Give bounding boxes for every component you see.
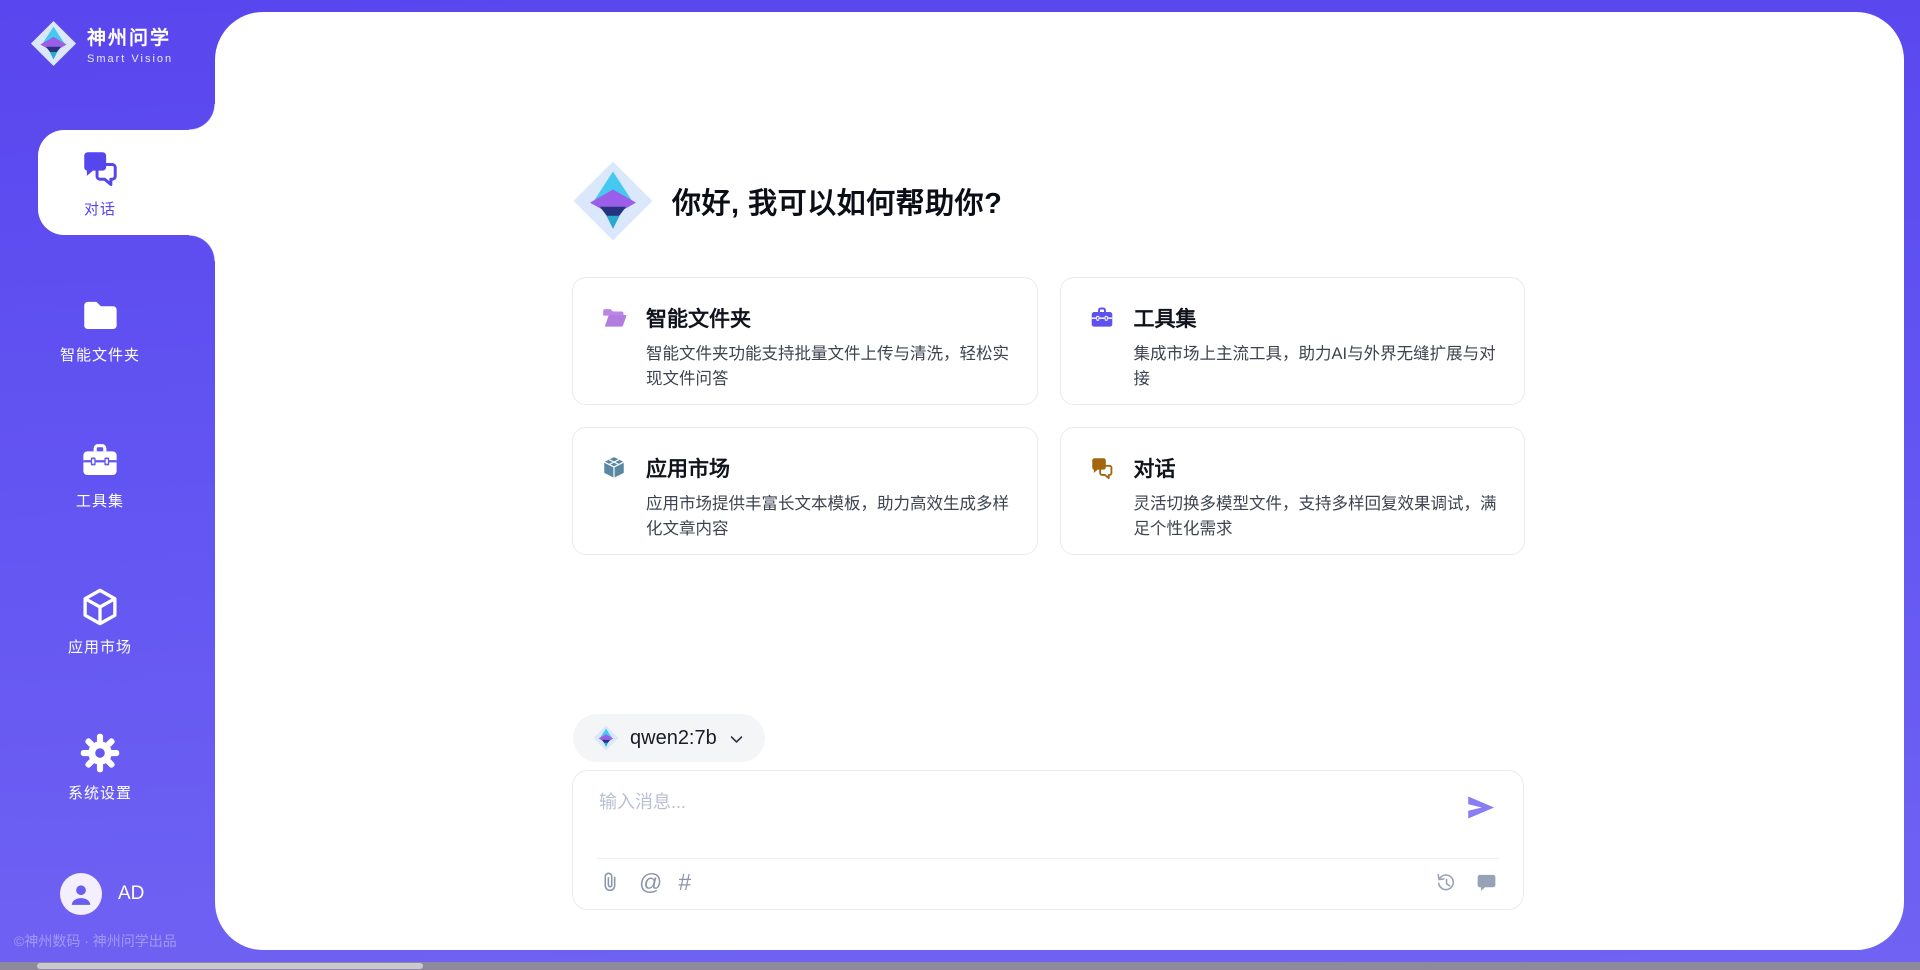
active-tab-bottom-curve xyxy=(189,235,215,261)
speech-bubble-icon xyxy=(1475,871,1498,894)
quick-phrase-button[interactable] xyxy=(1475,871,1498,894)
card-description: 灵活切换多模型文件，支持多样回复效果调试，满足个性化需求 xyxy=(1089,492,1499,542)
app-logo-icon xyxy=(572,160,654,242)
card-description: 应用市场提供丰富长文本模板，助力高效生成多样化文章内容 xyxy=(601,492,1011,542)
sidebar-item-label: 智能文件夹 xyxy=(60,344,140,365)
main-panel: 你好, 我可以如何帮助你? 智能文件夹 智能文件夹功能支持批量文件上传与清洗，轻… xyxy=(215,12,1904,950)
greeting-text: 你好, 我可以如何帮助你? xyxy=(672,180,1002,222)
app-grid-icon xyxy=(601,455,627,481)
card-app-market[interactable]: 应用市场 应用市场提供丰富长文本模板，助力高效生成多样化文章内容 xyxy=(572,427,1038,555)
card-title: 工具集 xyxy=(1134,303,1197,333)
sidebar-item-label: 系统设置 xyxy=(68,782,132,803)
folder-open-icon xyxy=(601,305,627,331)
paper-plane-icon xyxy=(1465,792,1496,823)
sidebar-item-chat[interactable]: 对话 xyxy=(38,130,215,235)
sidebar-item-app-market[interactable]: 应用市场 xyxy=(0,586,200,657)
toolbox-icon xyxy=(79,440,121,482)
sidebar-item-label: 应用市场 xyxy=(68,636,132,657)
sidebar: 神州问学 Smart Vision 对话 智能文件夹 工具集 应用市场 系统设置… xyxy=(0,0,215,970)
history-button[interactable] xyxy=(1433,870,1458,895)
send-button[interactable] xyxy=(1465,792,1496,823)
avatar xyxy=(60,873,102,915)
message-input[interactable] xyxy=(599,788,1443,846)
sidebar-item-label: 工具集 xyxy=(76,490,124,511)
brand-logo-icon xyxy=(30,20,77,67)
composer-toolbar-right xyxy=(1433,870,1498,895)
cube-icon xyxy=(79,586,121,628)
sidebar-item-smart-folder[interactable]: 智能文件夹 xyxy=(0,294,200,365)
mention-button[interactable]: @ xyxy=(639,870,662,895)
card-smart-folder[interactable]: 智能文件夹 智能文件夹功能支持批量文件上传与清洗，轻松实现文件问答 xyxy=(572,277,1038,405)
person-icon xyxy=(68,881,94,907)
model-logo-icon xyxy=(593,725,619,751)
hash-button[interactable]: # xyxy=(678,870,691,895)
composer-divider xyxy=(597,858,1499,859)
gear-icon xyxy=(79,732,121,774)
horizontal-scrollbar-thumb[interactable] xyxy=(37,963,423,969)
card-chat[interactable]: 对话 灵活切换多模型文件，支持多样回复效果调试，满足个性化需求 xyxy=(1060,427,1526,555)
toolbox-icon xyxy=(1089,305,1115,331)
active-tab-top-curve xyxy=(189,104,215,130)
folder-icon xyxy=(79,294,121,336)
brand-subtitle: Smart Vision xyxy=(87,53,173,65)
brand: 神州问学 Smart Vision xyxy=(30,20,173,67)
history-clock-icon xyxy=(1433,870,1458,895)
greeting: 你好, 我可以如何帮助你? xyxy=(572,160,1002,242)
paperclip-icon xyxy=(598,870,623,895)
feature-cards: 智能文件夹 智能文件夹功能支持批量文件上传与清洗，轻松实现文件问答 工具集 集成… xyxy=(572,277,1525,555)
user-name: AD xyxy=(118,883,144,905)
user-profile[interactable]: AD xyxy=(60,873,144,915)
card-description: 集成市场上主流工具，助力AI与外界无缝扩展与对接 xyxy=(1089,342,1499,392)
chevron-down-icon xyxy=(728,731,745,748)
composer: @ # xyxy=(572,770,1524,910)
sidebar-item-toolset[interactable]: 工具集 xyxy=(0,440,200,511)
copyright: ©神州数码 · 神州问学出品 xyxy=(14,931,177,951)
card-title: 对话 xyxy=(1134,453,1176,483)
composer-toolbar-left: @ # xyxy=(598,870,691,895)
brand-text: 神州问学 Smart Vision xyxy=(87,23,173,65)
model-name: qwen2:7b xyxy=(630,727,717,750)
model-selector[interactable]: qwen2:7b xyxy=(573,714,765,762)
brand-name: 神州问学 xyxy=(87,23,173,50)
card-title: 应用市场 xyxy=(646,453,730,483)
chat-bubbles-icon xyxy=(79,147,121,189)
chat-bubbles-icon xyxy=(1089,455,1115,481)
card-description: 智能文件夹功能支持批量文件上传与清洗，轻松实现文件问答 xyxy=(601,342,1011,392)
card-title: 智能文件夹 xyxy=(646,303,751,333)
sidebar-item-settings[interactable]: 系统设置 xyxy=(0,732,200,803)
attach-button[interactable] xyxy=(598,870,623,895)
horizontal-scrollbar-track[interactable] xyxy=(0,962,1920,970)
sidebar-item-label: 对话 xyxy=(84,198,116,219)
card-toolset[interactable]: 工具集 集成市场上主流工具，助力AI与外界无缝扩展与对接 xyxy=(1060,277,1526,405)
